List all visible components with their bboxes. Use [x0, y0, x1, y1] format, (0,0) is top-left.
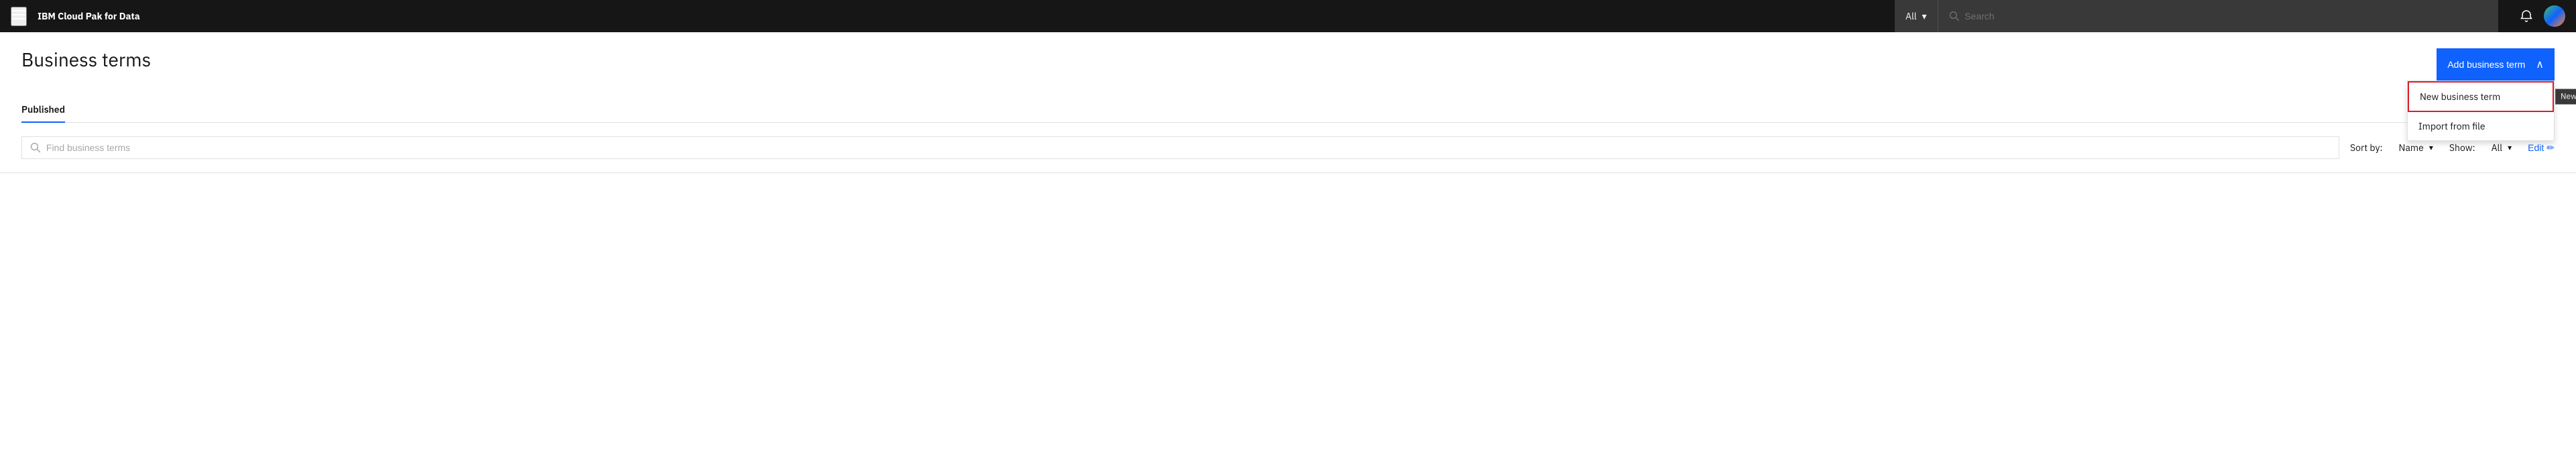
- search-filter-dropdown[interactable]: All ▾: [1895, 0, 1938, 32]
- sort-chevron-down-icon: ▾: [2429, 143, 2433, 153]
- show-chevron-down-icon: ▾: [2508, 143, 2512, 153]
- sort-by-label: Sort by:: [2350, 142, 2383, 154]
- new-business-term-label: New business term: [2420, 91, 2500, 103]
- import-from-file-item[interactable]: Import from file: [2408, 112, 2554, 140]
- sort-show-section: Sort by: Name ▾ Show: All ▾ Edit ✏: [2350, 142, 2555, 154]
- show-value: All: [2492, 142, 2503, 154]
- avatar[interactable]: [2544, 5, 2565, 27]
- sort-by-value: Name: [2399, 142, 2424, 154]
- chevron-down-icon: ▾: [1922, 10, 1927, 22]
- add-term-dropdown: New business term New business term Impo…: [2407, 81, 2555, 141]
- tabs: Published: [21, 97, 2555, 123]
- page-header: Business terms Add business term ∧ New b…: [0, 32, 2576, 81]
- edit-button[interactable]: Edit ✏: [2528, 142, 2555, 154]
- navbar: IBM Cloud Pak for Data All ▾: [0, 0, 2576, 32]
- new-business-term-item[interactable]: New business term New business term: [2408, 81, 2554, 112]
- sort-by-dropdown[interactable]: Name ▾: [2394, 142, 2439, 154]
- hamburger-menu-button[interactable]: [11, 7, 27, 26]
- add-business-term-button[interactable]: Add business term ∧: [2437, 48, 2555, 81]
- show-dropdown[interactable]: All ▾: [2486, 142, 2518, 154]
- tab-published-label: Published: [21, 103, 65, 115]
- brand-logo: IBM Cloud Pak for Data: [38, 10, 140, 22]
- chevron-up-icon: ∧: [2536, 58, 2544, 71]
- pencil-icon: ✏: [2546, 142, 2555, 154]
- find-input-wrapper: [21, 136, 2339, 159]
- edit-label: Edit: [2528, 142, 2544, 153]
- tab-published[interactable]: Published: [21, 97, 65, 122]
- search-input[interactable]: [1965, 11, 2487, 21]
- find-business-terms-input[interactable]: [46, 142, 2331, 153]
- search-input-wrapper: [1938, 11, 2498, 21]
- find-search-icon: [30, 142, 41, 153]
- navbar-icons: [2514, 4, 2565, 28]
- global-search-bar: All ▾: [1895, 0, 2498, 32]
- tabs-container: Published: [0, 81, 2576, 123]
- import-from-file-label: Import from file: [2418, 120, 2485, 132]
- add-business-term-container: Add business term ∧ New business term Ne…: [2437, 48, 2555, 81]
- add-business-term-label: Add business term: [2447, 59, 2525, 70]
- notification-icon: [2520, 9, 2533, 23]
- filter-bar: Sort by: Name ▾ Show: All ▾ Edit ✏: [0, 123, 2576, 173]
- show-label: Show:: [2449, 142, 2475, 154]
- search-icon: [1949, 11, 1960, 21]
- notification-button[interactable]: [2514, 4, 2538, 28]
- brand-ibm: IBM: [38, 10, 58, 22]
- page-title: Business terms: [21, 48, 151, 71]
- brand-name: Cloud Pak for Data: [58, 10, 140, 22]
- main-content: Business terms Add business term ∧ New b…: [0, 32, 2576, 455]
- search-filter-label: All: [1906, 10, 1917, 22]
